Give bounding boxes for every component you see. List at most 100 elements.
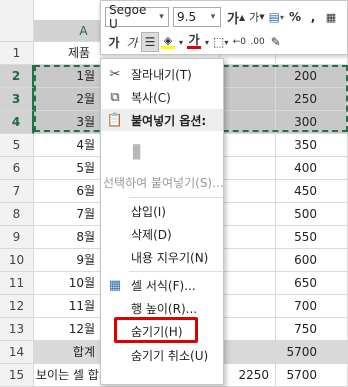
menu-item-cut[interactable]: ✂ 잘라내기(T) <box>101 63 223 85</box>
menu-separator <box>129 197 223 198</box>
row-header[interactable]: 11 <box>0 272 34 295</box>
grow-font-label: 가 <box>227 11 239 27</box>
cell-b[interactable] <box>220 249 276 272</box>
menu-item-hide[interactable]: 숨기기(H) <box>101 320 223 342</box>
menu-label-unhide: 숨기기 취소(U) <box>131 348 209 363</box>
row-header[interactable]: 8 <box>0 203 34 226</box>
menu-item-unhide[interactable]: 숨기기 취소(U) <box>101 344 223 366</box>
row-header[interactable]: 13 <box>0 318 34 341</box>
font-size-combo[interactable]: 9.5 ▾ <box>173 7 221 27</box>
cell-b[interactable] <box>220 272 276 295</box>
format-painter-icon[interactable]: ▦ <box>322 7 340 27</box>
cell-b[interactable] <box>220 157 276 180</box>
row-header[interactable]: 4 <box>0 111 34 134</box>
menu-item-row-height[interactable]: 행 높이(R)... <box>101 297 223 319</box>
menu-item-delete[interactable]: 삭제(D) <box>101 223 223 245</box>
menu-item-paste-options: 📋 붙여넣기 옵션: <box>101 109 223 131</box>
cell-c[interactable]: 500 <box>276 203 348 226</box>
font-name-combo[interactable]: Segoe U ▾ <box>105 3 169 31</box>
menu-item-clear-contents[interactable]: 내용 지우기(N) <box>101 246 223 268</box>
row-header[interactable]: 15 <box>0 364 34 387</box>
menu-item-insert[interactable]: 삽입(I) <box>101 200 223 222</box>
cell-c[interactable]: 450 <box>276 180 348 203</box>
cell-c[interactable]: 550 <box>276 226 348 249</box>
bold-button[interactable]: 가 <box>105 32 123 52</box>
fill-color-icon[interactable]: ◈ <box>159 32 177 52</box>
row-header[interactable]: 10 <box>0 249 34 272</box>
cell-b[interactable] <box>220 65 276 88</box>
cell-c[interactable]: 5700 <box>276 364 348 387</box>
menu-label-format-cells: 셀 서식(F)... <box>131 278 196 293</box>
menu-label-delete: 삭제(D) <box>131 227 172 242</box>
menu-label-cut: 잘라내기(T) <box>131 67 192 82</box>
cell-b[interactable] <box>220 318 276 341</box>
menu-label-insert: 삽입(I) <box>131 204 166 219</box>
cell-c[interactable]: 750 <box>276 318 348 341</box>
cell-b[interactable] <box>220 134 276 157</box>
increase-decimal-icon[interactable]: ←0 <box>230 32 248 52</box>
clear-format-icon[interactable]: ✎ <box>267 32 285 52</box>
row-header[interactable]: 14 <box>0 341 34 364</box>
mini-toolbar: Segoe U ▾ 9.5 ▾ 가 ▲ 가 ▼ ▤ ▾ % , ▦ 가 가 ☰ ◈ ▾… <box>100 0 348 55</box>
context-menu: ✂ 잘라내기(T) ⧉ 복사(C) 📋 붙여넣기 옵션: ▮ 선택하여 붙여넣기… <box>100 58 224 385</box>
grow-font-button[interactable]: 가 ▲ <box>225 7 247 27</box>
comma-button[interactable]: , <box>304 7 322 27</box>
cell-b[interactable] <box>220 203 276 226</box>
decrease-decimal-button[interactable]: .00 <box>248 32 266 52</box>
menu-label-paste-special: 선택하여 붙여넣기(S)... <box>103 175 224 190</box>
paste-clipboard-icon[interactable]: ▮ <box>129 138 142 162</box>
row-header[interactable]: 5 <box>0 134 34 157</box>
row-header[interactable]: 6 <box>0 157 34 180</box>
cell-c[interactable]: 250 <box>276 88 348 111</box>
chevron-down-icon: ▾ <box>159 12 164 22</box>
percent-button[interactable]: % <box>286 7 304 27</box>
row-header[interactable]: 12 <box>0 295 34 318</box>
scissors-icon: ✂ <box>109 66 121 82</box>
copy-icon: ⧉ <box>110 89 120 105</box>
cell-b[interactable] <box>220 111 276 134</box>
cell-b[interactable] <box>220 341 276 364</box>
accounting-format-icon[interactable]: ▤ ▾ <box>267 7 286 27</box>
cell-c[interactable]: 600 <box>276 249 348 272</box>
row-header[interactable]: 9 <box>0 226 34 249</box>
menu-label-copy: 복사(C) <box>131 90 171 105</box>
cell-c[interactable]: 650 <box>276 272 348 295</box>
row-header[interactable]: 1 <box>0 42 34 65</box>
cell-c[interactable]: 300 <box>276 111 348 134</box>
cell-c[interactable]: 700 <box>276 295 348 318</box>
align-center-icon[interactable]: ☰ <box>141 32 159 52</box>
menu-label-paste-options: 붙여넣기 옵션: <box>131 113 207 128</box>
font-color-button[interactable]: 가 <box>185 32 203 52</box>
shrink-font-button[interactable]: 가 ▼ <box>247 7 267 27</box>
format-cells-icon: ▦ <box>108 277 122 293</box>
row-header[interactable]: 3 <box>0 88 34 111</box>
cell-c[interactable]: 5700 <box>276 341 348 364</box>
borders-icon[interactable]: ⬚ ▾ <box>211 32 230 52</box>
cell-b2-visible-sum[interactable]: 2250 <box>220 364 276 387</box>
clipboard-icon: 📋 <box>106 112 124 128</box>
chevron-down-icon[interactable]: ▾ <box>203 32 211 52</box>
menu-item-format-cells[interactable]: ▦ 셀 서식(F)... <box>101 274 223 296</box>
italic-button[interactable]: 가 <box>123 32 141 52</box>
font-color-label: 가 <box>188 33 200 47</box>
menu-separator <box>129 271 223 272</box>
cell-b[interactable] <box>220 180 276 203</box>
row-header[interactable]: 7 <box>0 180 34 203</box>
font-name-value: Segoe U <box>109 3 147 31</box>
cell-b[interactable] <box>220 88 276 111</box>
paste-icon-row[interactable]: ▮ <box>101 135 223 165</box>
cell-b[interactable] <box>220 226 276 249</box>
row-header[interactable]: 2 <box>0 65 34 88</box>
cell-b[interactable] <box>220 295 276 318</box>
cell-c[interactable]: 400 <box>276 157 348 180</box>
menu-item-paste-special[interactable]: 선택하여 붙여넣기(S)... <box>101 171 223 193</box>
menu-label-hide: 숨기기(H) <box>131 324 183 339</box>
font-size-value: 9.5 <box>177 10 197 24</box>
cell-c[interactable]: 200 <box>276 65 348 88</box>
menu-item-copy[interactable]: ⧉ 복사(C) <box>101 86 223 108</box>
menu-label-clear-contents: 내용 지우기(N) <box>131 250 209 265</box>
select-all-corner[interactable] <box>0 0 34 42</box>
chevron-down-icon[interactable]: ▾ <box>177 32 185 52</box>
cell-c[interactable]: 350 <box>276 134 348 157</box>
shrink-font-label: 가 <box>249 11 260 24</box>
